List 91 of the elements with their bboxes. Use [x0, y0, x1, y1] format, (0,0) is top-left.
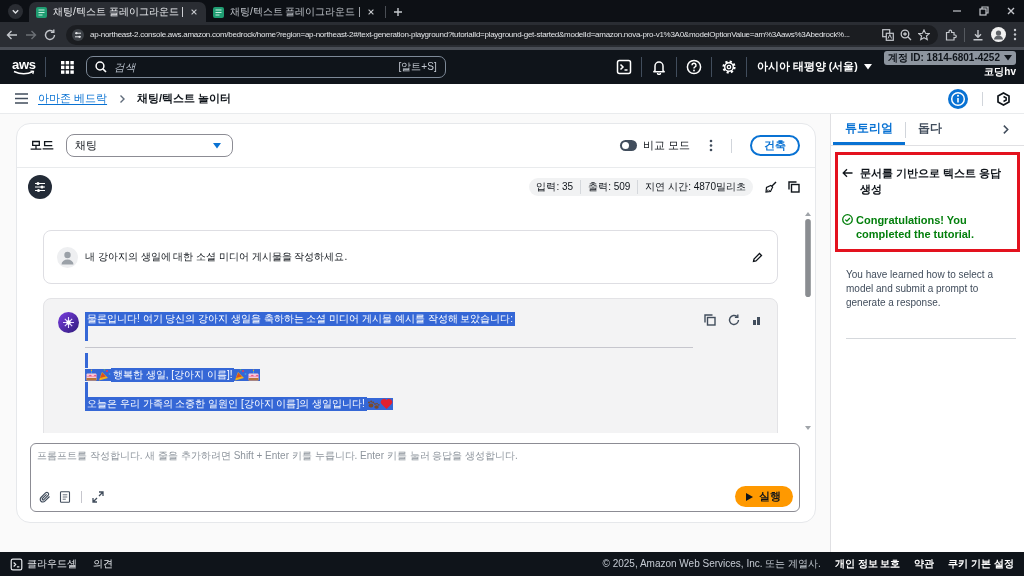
- stat-text: 입력: 35: [535, 180, 575, 194]
- favicon-icon: [36, 6, 47, 18]
- url-text: ap-northeast-2.console.aws.amazon.com/bedrock/home?region=ap-northeast-2#/text-generation-playground?tutorialId=playground-get-started&modelId=amazon.nova-pro-v1%3A0&modelOptionValue=arn%3Aaws%3Abedrock%...: [90, 30, 851, 39]
- assistant-avatar-icon: [58, 312, 79, 333]
- browser-tab[interactable]: 채팅/텍스트 플레이그라운드 |: [205, 2, 383, 22]
- response-text: 행복한 생일, [강아지 이름]!: [111, 368, 235, 382]
- paperclip-icon[interactable]: [39, 490, 51, 503]
- success-message: Congratulations! You completed the tutorial.: [856, 213, 975, 241]
- party-popper-icon: [98, 369, 111, 381]
- stat-text: 출력: 509: [580, 180, 638, 194]
- compare-mode-toggle[interactable]: [620, 140, 638, 151]
- expand-icon[interactable]: [92, 490, 104, 503]
- footer-link[interactable]: 약관: [914, 557, 935, 571]
- favicon-icon: [212, 6, 224, 18]
- cake-icon: [85, 369, 98, 381]
- avatar-icon[interactable]: [991, 27, 1006, 42]
- settings-icon[interactable]: [720, 59, 737, 75]
- party-popper-icon: [234, 369, 248, 381]
- chevron-down-icon[interactable]: [8, 4, 23, 19]
- check-circle-icon: [842, 214, 853, 225]
- apps-grid-icon[interactable]: [60, 60, 74, 74]
- close-icon[interactable]: [366, 8, 375, 16]
- hexagon-icon[interactable]: [997, 91, 1010, 106]
- response-text: 오늘은 우리 가족의 소중한 일원인 [강아지 이름]의 생일입니다!: [85, 397, 367, 411]
- copy-icon[interactable]: [704, 314, 716, 326]
- stat-text: 지연 시간: 4870밀리초: [637, 180, 753, 194]
- document-icon[interactable]: [59, 490, 71, 503]
- tutorial-title: 문서를 기반으로 텍스트 응답 생성: [860, 166, 1003, 197]
- terminal-icon: [10, 557, 23, 571]
- more-icon[interactable]: [1013, 28, 1017, 41]
- cake-icon: [247, 369, 261, 381]
- bar-chart-icon[interactable]: [752, 315, 761, 325]
- message-text: 내 강아지의 생일에 대한 소셜 미디어 게시물을 작성하세요.: [85, 250, 349, 264]
- breadcrumb-link[interactable]: 아마존 베드락: [38, 91, 108, 106]
- user-avatar-icon: [57, 246, 78, 268]
- refresh-icon[interactable]: [728, 314, 740, 326]
- sliders-icon[interactable]: [28, 175, 52, 199]
- region-selector[interactable]: 아시아 태평양 (서울): [746, 60, 880, 74]
- tutorial-description: You have learned how to select a model and submit a prompt to generate a response.: [846, 268, 994, 310]
- copy-icon[interactable]: [788, 181, 800, 193]
- download-icon[interactable]: [972, 28, 984, 41]
- play-icon: [746, 492, 753, 501]
- panel-tab[interactable]: 돕다: [906, 114, 954, 145]
- account-menu[interactable]: 계정 ID: 1814-6801-4252: [883, 51, 1016, 65]
- browser-tab[interactable]: 채팅/텍스트 플레이그라운드 |: [29, 2, 206, 22]
- copyright-text: © 2025, Amazon Web Services, Inc. 또는 계열사.: [602, 557, 821, 571]
- run-button[interactable]: 실행: [735, 486, 793, 507]
- footer-link[interactable]: 개인 정보 보호: [834, 557, 901, 571]
- breadcrumb-current: 채팅/텍스트 놀이터: [137, 91, 232, 106]
- tune-icon[interactable]: [72, 28, 84, 41]
- caret-down-icon: [863, 64, 872, 70]
- more-icon[interactable]: [709, 139, 713, 152]
- panel-tab[interactable]: 튜토리얼: [833, 114, 905, 145]
- feedback-link[interactable]: 의견: [93, 557, 113, 571]
- arrow-left-icon[interactable]: [842, 168, 853, 178]
- footer-link[interactable]: 쿠키 기본 설정: [948, 557, 1014, 571]
- info-icon[interactable]: [948, 88, 968, 109]
- response-text: 물론입니다! 여기 당신의 강아지 생일을 축하하는 소셜 미디어 게시물 예시를 작성해 보았습니다:: [85, 312, 516, 326]
- menu-icon[interactable]: [15, 93, 28, 104]
- keyboard-shortcut: [알트+S]: [398, 60, 437, 74]
- build-button[interactable]: 건축: [750, 135, 800, 156]
- puzzle-icon[interactable]: [945, 28, 957, 41]
- scrollbar[interactable]: [804, 210, 812, 432]
- search-input[interactable]: 검색: [113, 59, 392, 75]
- translate-icon[interactable]: [882, 28, 894, 41]
- terminal-icon[interactable]: [615, 59, 632, 75]
- search-icon: [94, 61, 107, 73]
- zoom-icon[interactable]: [900, 28, 912, 41]
- prompt-field[interactable]: 프롬프트를 작성합니다. 새 줄을 추가하려면 Shift + Enter 키를 누릅니다. Enter 키를 눌러 응답을 생성합니다.: [37, 449, 793, 486]
- caret-down-icon: [1004, 55, 1012, 61]
- prompt-box[interactable]: 프롬프트를 작성합니다. 새 줄을 추가하려면 Shift + Enter 키를 누릅니다. Enter 키를 눌러 응답을 생성합니다. 실행: [30, 443, 800, 512]
- cloudshell-button[interactable]: 클라우드셸: [10, 557, 77, 571]
- reload-icon[interactable]: [44, 28, 56, 41]
- arrow-right-icon[interactable]: [25, 28, 37, 41]
- caret-down-icon: [213, 142, 221, 149]
- bell-icon[interactable]: [650, 59, 667, 75]
- search-field[interactable]: 검색 [알트+S]: [85, 56, 446, 78]
- mode-label: 모드: [30, 137, 54, 154]
- broom-icon[interactable]: [765, 181, 777, 193]
- aws-logo[interactable]: aws: [12, 58, 36, 76]
- pencil-icon[interactable]: [752, 251, 763, 263]
- star-icon[interactable]: [918, 28, 930, 41]
- address-bar[interactable]: [66, 24, 938, 45]
- plus-icon[interactable]: [392, 7, 403, 17]
- help-icon[interactable]: [685, 59, 702, 75]
- restore-icon[interactable]: [979, 6, 989, 16]
- close-icon[interactable]: [189, 8, 198, 16]
- mode-select[interactable]: 채팅: [66, 134, 233, 157]
- compare-mode-label: 비교 모드: [643, 138, 690, 153]
- close-icon[interactable]: [1006, 6, 1016, 16]
- user-name[interactable]: 코딩hv: [984, 65, 1016, 79]
